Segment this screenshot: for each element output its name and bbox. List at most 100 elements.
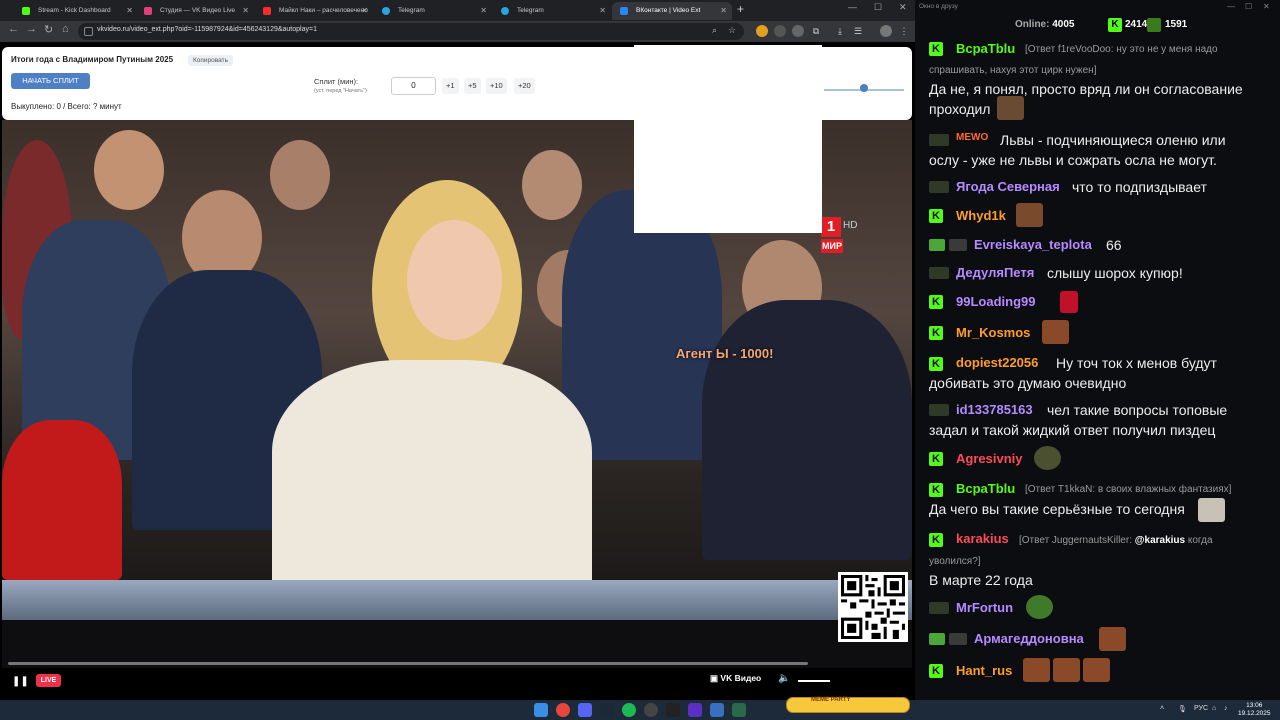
channel-logo: 1 HD МИР (821, 217, 858, 253)
chat-username[interactable]: BcpaTblu (956, 481, 1015, 496)
slider-knob[interactable] (860, 84, 868, 92)
chat-username[interactable]: Hant_rus (956, 663, 1012, 678)
volume-tray-icon[interactable]: ♪ (1224, 705, 1228, 712)
extension-icon[interactable] (792, 25, 804, 37)
maximize-button[interactable]: ☐ (874, 2, 882, 13)
chat-username[interactable]: MrFortun (956, 600, 1013, 615)
bookmark-star-icon[interactable]: ☆ (728, 25, 736, 36)
add-10-button[interactable]: +10 (486, 78, 507, 94)
chat-username[interactable]: 99Loading99 (956, 294, 1035, 309)
extension-icon[interactable] (756, 25, 768, 37)
chat-reply-context: [Ответ JuggernautsKiller: @karakius когд… (1019, 535, 1213, 546)
tab-strip: Stream - Kick Dashboard ✕ Студия — VK Вид… (0, 0, 915, 21)
download-icon[interactable]: ⤓ (834, 25, 846, 37)
subscriber-badge-icon (929, 602, 949, 614)
add-5-button[interactable]: +5 (464, 78, 481, 94)
start-split-button[interactable]: НАЧАТЬ СПЛИТ (11, 73, 90, 89)
steam-icon[interactable] (600, 703, 614, 717)
verified-badge-icon (929, 239, 945, 251)
tab-telegram-2[interactable]: Telegram ✕ (493, 2, 611, 20)
tab-vk-video-ext[interactable]: ВКонтакте | Video Ext ✕ (612, 2, 732, 20)
new-tab-button[interactable]: + (737, 2, 744, 16)
youtube-icon (263, 7, 271, 15)
chat-username[interactable]: Mr_Kosmos (956, 325, 1030, 340)
profile-avatar[interactable] (880, 25, 892, 37)
split-minutes-input[interactable]: 0 (391, 77, 436, 95)
verified-badge-icon (929, 633, 945, 645)
discord-icon[interactable] (578, 703, 592, 717)
extension-icon[interactable] (774, 25, 786, 37)
forward-button[interactable]: → (26, 23, 37, 35)
tab-youtube-naki[interactable]: Майкл Наки – расчелoвечено ✕ (255, 2, 373, 20)
reload-button[interactable]: ↻ (44, 23, 53, 36)
microphone-icon[interactable]: 🎙 (1178, 705, 1187, 713)
minimize-button[interactable]: — (1227, 2, 1235, 11)
close-window-button[interactable]: ✕ (899, 2, 907, 13)
emote-icon (1099, 627, 1126, 651)
chat-username[interactable]: dopiest22056 (956, 355, 1038, 370)
more-menu-icon[interactable]: ⋮ (898, 25, 910, 37)
close-tab-icon[interactable]: ✕ (361, 2, 368, 20)
home-button[interactable]: ⌂ (62, 23, 69, 35)
chat-username[interactable]: id133785163 (956, 402, 1033, 417)
windows-start-icon[interactable] (534, 703, 548, 717)
chat-reply-context: уволился?] (929, 556, 981, 567)
chat-window-title: Окно в друзу (919, 3, 958, 10)
vk-video-brand[interactable]: ▣ VK Видео (710, 673, 761, 684)
pause-icon[interactable]: ❚❚ (12, 676, 29, 687)
obs-icon[interactable] (644, 703, 658, 717)
close-tab-icon[interactable]: ✕ (480, 2, 487, 20)
bought-stats: Выкуплено: 0 / Всего: ? минут (11, 102, 122, 111)
app-icon[interactable] (688, 703, 702, 717)
volume-icon[interactable]: 🔈 (778, 673, 790, 684)
chat-username[interactable]: Agresivniy (956, 451, 1022, 466)
zoom-icon[interactable]: ⌕ (712, 25, 717, 36)
close-tab-icon[interactable]: ✕ (599, 2, 606, 20)
chat-username[interactable]: Ягода Северная (956, 179, 1060, 194)
menu-icon[interactable]: ☰ (852, 25, 864, 37)
extensions-puzzle-icon[interactable]: ⧉ (810, 25, 822, 37)
audience-member (94, 130, 164, 210)
chrome-icon[interactable] (556, 703, 570, 717)
presenter-face (407, 220, 502, 340)
meme-party-widget[interactable]: MEME PARTY (786, 697, 910, 713)
chat-message-text: слышу шорох купюр! (1047, 265, 1183, 281)
app-icon[interactable] (666, 703, 680, 717)
vk-viewers: 1591 (1165, 19, 1188, 30)
spotify-icon[interactable] (622, 703, 636, 717)
tray-arrow-icon[interactable]: ˄ (1160, 705, 1164, 712)
close-tab-icon[interactable]: ✕ (126, 2, 133, 20)
tab-vk-studio[interactable]: Студия — VK Видео Live ✕ (136, 2, 254, 20)
progress-bar[interactable] (8, 662, 808, 665)
tab-kick-dashboard[interactable]: Stream - Kick Dashboard ✕ (14, 2, 138, 20)
volume-bar[interactable] (798, 680, 830, 682)
add-20-button[interactable]: +20 (514, 78, 535, 94)
chat-username[interactable]: Армагеддоновна (974, 631, 1084, 646)
site-info-icon[interactable] (84, 27, 93, 36)
emote-icon (1026, 595, 1053, 619)
chat-username[interactable]: karakius (956, 531, 1009, 546)
app-icon[interactable] (732, 703, 746, 717)
chat-username[interactable]: Evreiskaya_teplota (974, 237, 1092, 252)
telegram-icon (501, 7, 509, 15)
clock[interactable]: 13:06 19.12.2025 (1238, 702, 1271, 718)
chat-message-text: Да не, я понял, просто вряд ли он соглас… (929, 81, 1243, 97)
tab-telegram-1[interactable]: Telegram ✕ (374, 2, 492, 20)
maximize-button[interactable]: ☐ (1245, 2, 1252, 11)
back-button[interactable]: ← (8, 23, 19, 35)
language-indicator[interactable]: РУС (1194, 705, 1208, 712)
app-icon[interactable] (710, 703, 724, 717)
add-1-button[interactable]: +1 (442, 78, 459, 94)
chat-username[interactable]: ДедуляПетя (956, 265, 1034, 280)
chat-username[interactable]: Whyd1k (956, 208, 1006, 223)
close-tab-icon[interactable]: ✕ (720, 2, 727, 20)
close-tab-icon[interactable]: ✕ (242, 2, 249, 20)
copy-button[interactable]: Копировать (188, 55, 233, 66)
address-bar[interactable]: vkvideo.ru/video_ext.php?oid=-115987924&… (78, 23, 744, 40)
minimize-button[interactable]: — (848, 2, 857, 12)
chat-username[interactable]: MEWO (956, 132, 988, 143)
network-icon[interactable]: ⌂ (1212, 705, 1216, 712)
emote-icon (1060, 291, 1078, 313)
close-window-button[interactable]: ✕ (1263, 2, 1270, 11)
chat-username[interactable]: BcpaTblu (956, 41, 1015, 56)
